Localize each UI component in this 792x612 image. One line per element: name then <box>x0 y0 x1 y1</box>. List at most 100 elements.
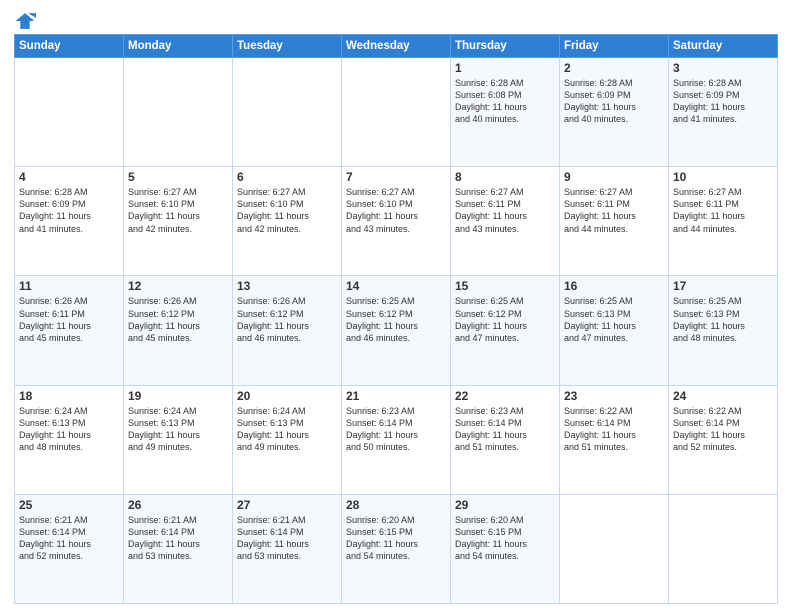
calendar-cell <box>669 494 778 603</box>
day-info: Sunrise: 6:27 AM Sunset: 6:11 PM Dayligh… <box>455 186 555 235</box>
day-number: 27 <box>237 498 337 512</box>
header-row: SundayMondayTuesdayWednesdayThursdayFrid… <box>15 35 778 58</box>
calendar-cell: 23 Sunrise: 6:22 AM Sunset: 6:14 PM Dayli… <box>560 385 669 494</box>
day-info: Sunrise: 6:28 AM Sunset: 6:08 PM Dayligh… <box>455 77 555 126</box>
calendar-cell <box>15 58 124 167</box>
calendar-cell: 28Sunrise: 6:20 AM Sunset: 6:15 PM Dayli… <box>342 494 451 603</box>
day-info: Sunrise: 6:25 AM Sunset: 6:12 PM Dayligh… <box>455 295 555 344</box>
day-number: 8 <box>455 170 555 184</box>
header-day-friday: Friday <box>560 35 669 58</box>
day-info: Sunrise: 6:26 AM Sunset: 6:11 PM Dayligh… <box>19 295 119 344</box>
header-day-sunday: Sunday <box>15 35 124 58</box>
calendar-cell <box>342 58 451 167</box>
header-day-wednesday: Wednesday <box>342 35 451 58</box>
day-number: 6 <box>237 170 337 184</box>
day-number: 17 <box>673 279 773 293</box>
calendar-week-1: 4Sunrise: 6:28 AM Sunset: 6:09 PM Daylig… <box>15 167 778 276</box>
day-number: 15 <box>455 279 555 293</box>
day-number: 7 <box>346 170 446 184</box>
day-info: Sunrise: 6:28 AM Sunset: 6:09 PM Dayligh… <box>673 77 773 126</box>
calendar-week-0: 1 Sunrise: 6:28 AM Sunset: 6:08 PM Daylig… <box>15 58 778 167</box>
calendar-table: SundayMondayTuesdayWednesdayThursdayFrid… <box>14 34 778 604</box>
calendar-cell <box>233 58 342 167</box>
calendar-cell: 20 Sunrise: 6:24 AM Sunset: 6:13 PM Dayli… <box>233 385 342 494</box>
day-number: 19 <box>128 389 228 403</box>
day-info: Sunrise: 6:24 AM Sunset: 6:13 PM Dayligh… <box>19 405 119 454</box>
day-info: Sunrise: 6:28 AM Sunset: 6:09 PM Dayligh… <box>19 186 119 235</box>
calendar-cell: 9Sunrise: 6:27 AM Sunset: 6:11 PM Daylig… <box>560 167 669 276</box>
day-number: 23 <box>564 389 664 403</box>
day-info: Sunrise: 6:21 AM Sunset: 6:14 PM Dayligh… <box>128 514 228 563</box>
calendar-cell: 2 Sunrise: 6:28 AM Sunset: 6:09 PM Daylig… <box>560 58 669 167</box>
calendar-cell: 10 Sunrise: 6:27 AM Sunset: 6:11 PM Dayli… <box>669 167 778 276</box>
calendar-cell: 3Sunrise: 6:28 AM Sunset: 6:09 PM Daylig… <box>669 58 778 167</box>
day-number: 13 <box>237 279 337 293</box>
header <box>14 10 778 32</box>
day-number: 9 <box>564 170 664 184</box>
calendar-body: 1 Sunrise: 6:28 AM Sunset: 6:08 PM Daylig… <box>15 58 778 604</box>
day-number: 26 <box>128 498 228 512</box>
calendar-cell: 16 Sunrise: 6:25 AM Sunset: 6:13 PM Dayli… <box>560 276 669 385</box>
day-number: 20 <box>237 389 337 403</box>
day-info: Sunrise: 6:27 AM Sunset: 6:10 PM Dayligh… <box>128 186 228 235</box>
calendar-cell: 4Sunrise: 6:28 AM Sunset: 6:09 PM Daylig… <box>15 167 124 276</box>
calendar-cell: 11 Sunrise: 6:26 AM Sunset: 6:11 PM Dayli… <box>15 276 124 385</box>
day-info: Sunrise: 6:20 AM Sunset: 6:15 PM Dayligh… <box>346 514 446 563</box>
day-info: Sunrise: 6:24 AM Sunset: 6:13 PM Dayligh… <box>128 405 228 454</box>
day-info: Sunrise: 6:27 AM Sunset: 6:10 PM Dayligh… <box>346 186 446 235</box>
calendar-cell: 22 Sunrise: 6:23 AM Sunset: 6:14 PM Dayli… <box>451 385 560 494</box>
day-info: Sunrise: 6:22 AM Sunset: 6:14 PM Dayligh… <box>564 405 664 454</box>
day-number: 1 <box>455 61 555 75</box>
day-number: 24 <box>673 389 773 403</box>
calendar-cell: 18 Sunrise: 6:24 AM Sunset: 6:13 PM Dayli… <box>15 385 124 494</box>
calendar-cell: 21Sunrise: 6:23 AM Sunset: 6:14 PM Dayli… <box>342 385 451 494</box>
day-number: 10 <box>673 170 773 184</box>
day-number: 16 <box>564 279 664 293</box>
calendar-cell: 27 Sunrise: 6:21 AM Sunset: 6:14 PM Dayli… <box>233 494 342 603</box>
calendar-cell: 26 Sunrise: 6:21 AM Sunset: 6:14 PM Dayli… <box>124 494 233 603</box>
calendar-header: SundayMondayTuesdayWednesdayThursdayFrid… <box>15 35 778 58</box>
day-info: Sunrise: 6:25 AM Sunset: 6:13 PM Dayligh… <box>564 295 664 344</box>
day-info: Sunrise: 6:25 AM Sunset: 6:12 PM Dayligh… <box>346 295 446 344</box>
day-number: 11 <box>19 279 119 293</box>
day-number: 22 <box>455 389 555 403</box>
day-info: Sunrise: 6:27 AM Sunset: 6:10 PM Dayligh… <box>237 186 337 235</box>
day-info: Sunrise: 6:23 AM Sunset: 6:14 PM Dayligh… <box>346 405 446 454</box>
calendar-cell: 1 Sunrise: 6:28 AM Sunset: 6:08 PM Daylig… <box>451 58 560 167</box>
day-info: Sunrise: 6:27 AM Sunset: 6:11 PM Dayligh… <box>673 186 773 235</box>
calendar-cell: 25Sunrise: 6:21 AM Sunset: 6:14 PM Dayli… <box>15 494 124 603</box>
calendar-cell: 5Sunrise: 6:27 AM Sunset: 6:10 PM Daylig… <box>124 167 233 276</box>
calendar-cell: 7 Sunrise: 6:27 AM Sunset: 6:10 PM Daylig… <box>342 167 451 276</box>
calendar-cell: 24 Sunrise: 6:22 AM Sunset: 6:14 PM Dayli… <box>669 385 778 494</box>
calendar-cell: 17 Sunrise: 6:25 AM Sunset: 6:13 PM Dayli… <box>669 276 778 385</box>
calendar-week-3: 18 Sunrise: 6:24 AM Sunset: 6:13 PM Dayli… <box>15 385 778 494</box>
day-info: Sunrise: 6:21 AM Sunset: 6:14 PM Dayligh… <box>237 514 337 563</box>
header-day-thursday: Thursday <box>451 35 560 58</box>
logo <box>14 10 40 32</box>
day-number: 18 <box>19 389 119 403</box>
day-number: 29 <box>455 498 555 512</box>
calendar-cell <box>124 58 233 167</box>
calendar-week-2: 11 Sunrise: 6:26 AM Sunset: 6:11 PM Dayli… <box>15 276 778 385</box>
day-info: Sunrise: 6:22 AM Sunset: 6:14 PM Dayligh… <box>673 405 773 454</box>
calendar-cell: 19 Sunrise: 6:24 AM Sunset: 6:13 PM Dayli… <box>124 385 233 494</box>
calendar-cell <box>560 494 669 603</box>
day-info: Sunrise: 6:21 AM Sunset: 6:14 PM Dayligh… <box>19 514 119 563</box>
day-info: Sunrise: 6:20 AM Sunset: 6:15 PM Dayligh… <box>455 514 555 563</box>
calendar-cell: 12 Sunrise: 6:26 AM Sunset: 6:12 PM Dayli… <box>124 276 233 385</box>
calendar-week-4: 25Sunrise: 6:21 AM Sunset: 6:14 PM Dayli… <box>15 494 778 603</box>
day-info: Sunrise: 6:28 AM Sunset: 6:09 PM Dayligh… <box>564 77 664 126</box>
day-info: Sunrise: 6:26 AM Sunset: 6:12 PM Dayligh… <box>237 295 337 344</box>
calendar-cell: 8 Sunrise: 6:27 AM Sunset: 6:11 PM Daylig… <box>451 167 560 276</box>
day-number: 12 <box>128 279 228 293</box>
calendar-cell: 14 Sunrise: 6:25 AM Sunset: 6:12 PM Dayli… <box>342 276 451 385</box>
day-number: 14 <box>346 279 446 293</box>
calendar-cell: 13 Sunrise: 6:26 AM Sunset: 6:12 PM Dayli… <box>233 276 342 385</box>
day-info: Sunrise: 6:25 AM Sunset: 6:13 PM Dayligh… <box>673 295 773 344</box>
day-info: Sunrise: 6:23 AM Sunset: 6:14 PM Dayligh… <box>455 405 555 454</box>
day-info: Sunrise: 6:26 AM Sunset: 6:12 PM Dayligh… <box>128 295 228 344</box>
day-info: Sunrise: 6:24 AM Sunset: 6:13 PM Dayligh… <box>237 405 337 454</box>
header-day-tuesday: Tuesday <box>233 35 342 58</box>
calendar-cell: 29 Sunrise: 6:20 AM Sunset: 6:15 PM Dayli… <box>451 494 560 603</box>
day-number: 2 <box>564 61 664 75</box>
